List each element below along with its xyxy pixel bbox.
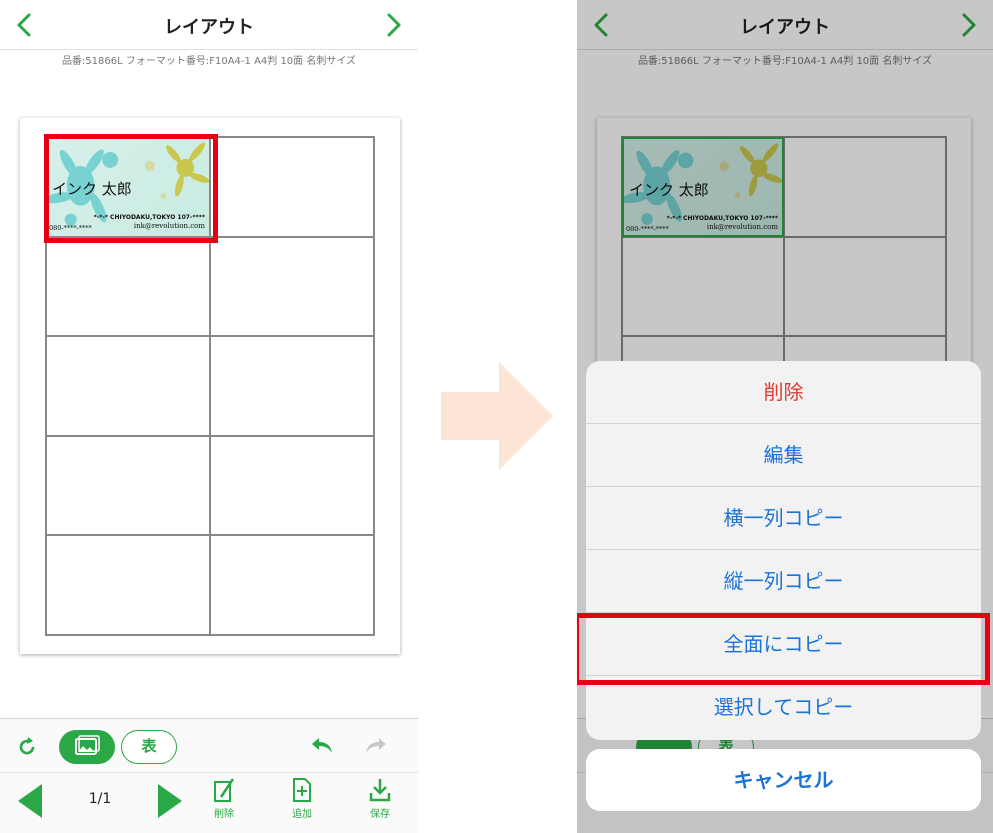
action-copy-selected[interactable]: 選択してコピー (586, 676, 981, 739)
redo-icon[interactable] (364, 736, 388, 760)
transition-arrow-icon (441, 362, 553, 470)
delete-icon (214, 778, 235, 802)
copy-all-highlight-box (577, 613, 990, 685)
add-page-icon (293, 778, 311, 802)
selection-highlight-box (44, 134, 218, 243)
label-cell-9[interactable] (46, 535, 210, 635)
page-title: レイアウト (164, 17, 254, 38)
rotate-icon[interactable] (16, 736, 38, 762)
action-edit[interactable]: 編集 (586, 424, 981, 487)
save-button[interactable]: 保存 (358, 777, 402, 820)
cancel-button[interactable]: キャンセル (586, 749, 981, 811)
edit-toolbar: 表 (0, 718, 418, 772)
delete-button[interactable]: 削除 (202, 777, 246, 820)
action-copy-row[interactable]: 横一列コピー (586, 487, 981, 550)
save-label: 保存 (370, 809, 390, 820)
label-cell-10[interactable] (210, 535, 374, 635)
download-icon (369, 779, 391, 802)
label-cell-3[interactable] (46, 236, 210, 337)
delete-label: 削除 (214, 809, 234, 820)
nav-bar: レイアウト (0, 0, 418, 50)
label-cell-2[interactable] (210, 137, 374, 237)
forward-chevron-icon[interactable] (380, 12, 406, 38)
right-screen: レイアウト 品番:51866L フォーマット番号:F10A4-1 A4判 10面… (577, 0, 993, 833)
next-page-icon[interactable] (156, 782, 184, 824)
format-info: 品番:51866L フォーマット番号:F10A4-1 A4判 10面 名刺サイズ (61, 56, 357, 67)
table-mode-button[interactable]: 表 (121, 730, 177, 764)
add-button[interactable]: 追加 (280, 777, 324, 820)
image-mode-button[interactable] (59, 730, 115, 764)
undo-icon[interactable] (310, 736, 334, 760)
page-toolbar: 1/1 削除 追加 保存 (0, 772, 418, 833)
add-label: 追加 (292, 809, 312, 820)
action-delete[interactable]: 削除 (586, 361, 981, 424)
prev-page-icon[interactable] (16, 782, 44, 824)
page-indicator: 1/1 (88, 791, 112, 807)
left-screen: レイアウト 品番:51866L フォーマット番号:F10A4-1 A4判 10面… (0, 0, 418, 833)
label-cell-7[interactable] (46, 435, 210, 536)
label-cell-5[interactable] (46, 336, 210, 436)
image-icon (75, 735, 100, 755)
label-cell-6[interactable] (210, 336, 374, 436)
label-cell-8[interactable] (210, 435, 374, 536)
action-copy-column[interactable]: 縦一列コピー (586, 550, 981, 613)
label-cell-4[interactable] (210, 236, 374, 337)
